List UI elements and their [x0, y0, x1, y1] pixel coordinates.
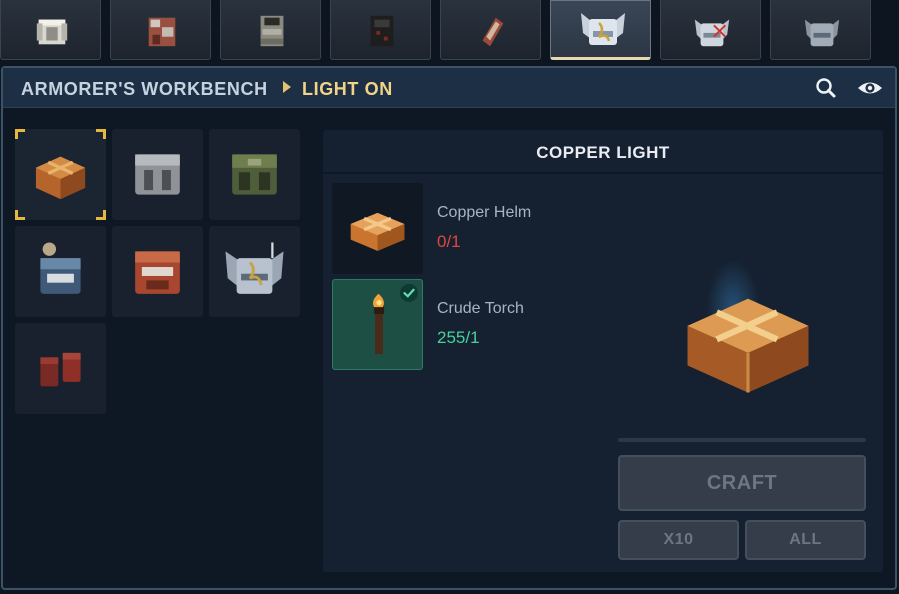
- tab-stone-armor[interactable]: [220, 0, 321, 60]
- breadcrumb-category: LIGHT ON: [302, 79, 393, 99]
- craft-button[interactable]: CRAFT: [618, 455, 866, 511]
- check-icon: [400, 284, 418, 302]
- crested-helm-icon: [40, 242, 81, 294]
- item-category-tabs: [0, 0, 899, 62]
- winged-helm-faded-icon: [804, 19, 840, 47]
- breadcrumb-arrow-icon: [283, 81, 291, 93]
- winged-helm-crossed-icon: [694, 19, 730, 47]
- stone-armor-icon: [260, 15, 284, 47]
- craft-all-button[interactable]: ALL: [745, 520, 866, 560]
- search-icon: [816, 78, 836, 98]
- recipe-slot-copper-light[interactable]: [15, 129, 106, 220]
- iron-helm-icon: [135, 154, 180, 195]
- dark-armor-icon: [370, 15, 394, 47]
- ingredient-count-missing: 0/1: [437, 232, 461, 251]
- ingredient-name: Crude Torch: [437, 300, 524, 317]
- tab-winged-helm-faded[interactable]: [770, 0, 871, 60]
- copper-helm-icon: [350, 212, 405, 251]
- selection-corner: [96, 129, 106, 139]
- white-armor-icon: [36, 19, 68, 45]
- tab-dark-armor[interactable]: [330, 0, 431, 60]
- mossy-helm-icon: [232, 154, 277, 195]
- window-header: ARMORER'S WORKBENCH LIGHT ON: [3, 68, 895, 108]
- tab-winged-helm[interactable]: [550, 0, 651, 60]
- recipe-slot-winged-helm[interactable]: [209, 226, 300, 317]
- leggings-icon: [482, 17, 504, 47]
- selection-corner: [15, 210, 25, 220]
- recipe-detail-panel: COPPER LIGHT Copper Helm 0/1 Crude Torch…: [323, 130, 883, 572]
- craft-x10-button[interactable]: X10: [618, 520, 739, 560]
- tab-leggings[interactable]: [440, 0, 541, 60]
- tab-winged-helm-crossed[interactable]: [660, 0, 761, 60]
- crafting-window: ARMORER'S WORKBENCH LIGHT ON COPPER LIGH…: [1, 66, 897, 590]
- craft-progress-bar: [618, 438, 866, 442]
- winged-helm-icon: [581, 13, 625, 45]
- recipe-slot-crested-helm[interactable]: [15, 226, 106, 317]
- copper-light-icon: [687, 298, 809, 393]
- ingredient-slot-crude-torch[interactable]: [332, 279, 423, 370]
- recipe-slot-red-helm[interactable]: [112, 226, 203, 317]
- recipe-slot-mossy-helm[interactable]: [209, 129, 300, 220]
- rusty-armor-icon: [148, 17, 176, 47]
- selection-corner: [96, 210, 106, 220]
- copper-light-icon: [35, 156, 86, 200]
- detail-title-bar: COPPER LIGHT: [323, 130, 883, 174]
- recipe-slot-iron-helm[interactable]: [112, 129, 203, 220]
- ingredient-slot-copper-helm[interactable]: [332, 183, 423, 274]
- tab-white-armor[interactable]: [0, 0, 101, 60]
- ingredient-name: Copper Helm: [437, 204, 532, 221]
- selection-corner: [15, 129, 25, 139]
- tab-rusty-armor[interactable]: [110, 0, 211, 60]
- recipe-title: COPPER LIGHT: [536, 143, 670, 162]
- view-toggle-button[interactable]: [855, 76, 885, 100]
- red-boots-icon: [40, 352, 81, 387]
- ingredient-count-ok: 255/1: [437, 328, 480, 347]
- eye-icon: [858, 82, 882, 94]
- breadcrumb-station[interactable]: ARMORER'S WORKBENCH: [21, 79, 268, 100]
- search-button[interactable]: [813, 76, 839, 100]
- red-helm-icon: [135, 251, 180, 294]
- winged-helm-icon: [225, 242, 284, 294]
- recipe-slot-red-boots[interactable]: [15, 323, 106, 414]
